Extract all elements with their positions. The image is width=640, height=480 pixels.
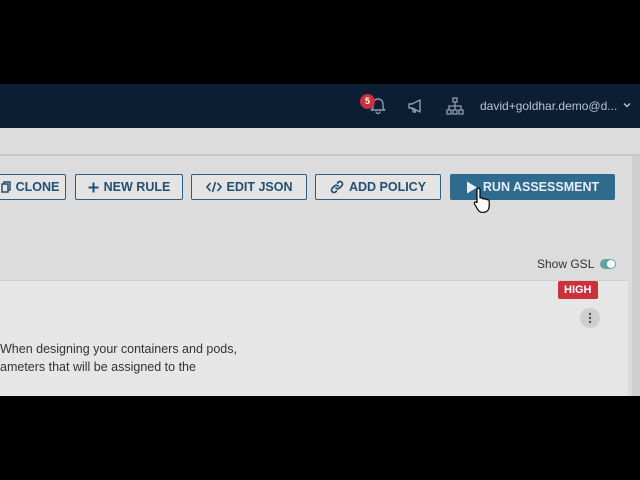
clone-icon — [0, 181, 11, 193]
chevron-down-icon[interactable] — [622, 100, 632, 110]
notification-badge: 5 — [360, 94, 375, 109]
megaphone-icon[interactable] — [406, 96, 426, 116]
edit-json-label: EDIT JSON — [226, 180, 293, 194]
plus-icon — [88, 182, 99, 192]
top-navbar: 5 david+goldhar.demo@d... — [0, 84, 640, 128]
add-policy-button[interactable]: ADD POLICY — [315, 174, 441, 200]
rule-description-line: When designing your containers and pods, — [0, 342, 237, 356]
new-rule-button[interactable]: NEW RULE — [75, 174, 183, 200]
run-assessment-label: RUN ASSESSMENT — [482, 180, 600, 194]
kebab-menu-icon — [588, 312, 592, 324]
pointer-cursor-icon — [473, 187, 490, 213]
rule-description-line: ameters that will be assigned to the — [0, 360, 196, 374]
vertical-scrollbar[interactable] — [632, 156, 640, 396]
code-icon — [205, 181, 222, 193]
user-menu[interactable]: david+goldhar.demo@d... — [480, 99, 617, 113]
org-tree-icon[interactable] — [445, 96, 465, 116]
clone-button[interactable]: CLONE — [0, 174, 66, 200]
clone-label: CLONE — [15, 180, 60, 194]
rule-options-button[interactable] — [580, 308, 600, 328]
rule-card — [0, 280, 628, 396]
add-policy-label: ADD POLICY — [348, 180, 427, 194]
content-divider — [0, 154, 640, 156]
show-gsl-label: Show GSL — [537, 257, 595, 271]
severity-badge: HIGH — [558, 281, 598, 299]
app-screen: 5 david+goldhar.demo@d... CLONE NEW RULE — [0, 84, 640, 396]
show-gsl-toggle[interactable] — [600, 259, 616, 269]
edit-json-button[interactable]: EDIT JSON — [191, 174, 307, 200]
rule-description: When designing your containers and pods,… — [0, 340, 237, 376]
link-icon — [330, 180, 344, 194]
new-rule-label: NEW RULE — [103, 180, 171, 194]
